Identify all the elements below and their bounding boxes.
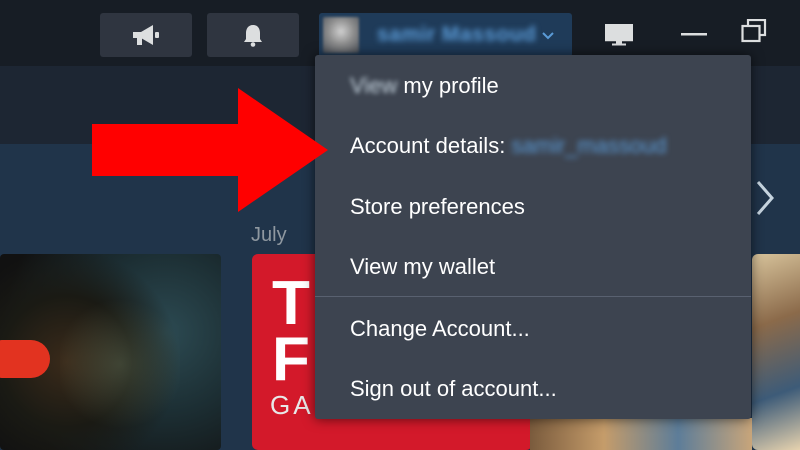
account-name: samir Massoud [377,23,537,46]
menu-item-change-account[interactable]: Change Account... [350,316,530,342]
featured-card-right[interactable] [752,254,800,450]
bell-icon [244,25,262,47]
featured-card-art-strip [530,418,752,450]
menu-item-label: Account details: [350,133,506,158]
account-dropdown-menu: View my profile Account details: samir_ma… [315,55,751,419]
menu-item-label-part: my profile [397,73,499,98]
megaphone-icon [133,25,159,45]
restore-icon[interactable] [741,19,767,43]
announcements-button[interactable] [100,13,192,57]
menu-item-account-details[interactable]: Account details: samir_massoud [350,133,667,159]
menu-item-sign-out[interactable]: Sign out of account... [350,376,557,402]
annotation-arrow-icon [92,88,328,212]
card-art-accent [0,340,50,378]
card-art [60,294,180,434]
monitor-icon[interactable] [605,24,633,46]
account-handle: samir_massoud [511,133,667,158]
menu-item-view-wallet[interactable]: View my wallet [350,254,495,280]
account-menu-button[interactable]: samir Massoud [319,13,572,57]
card-subtitle: GA [270,390,314,420]
menu-item-store-preferences[interactable]: Store preferences [350,194,525,220]
notifications-button[interactable] [207,13,299,57]
month-label: July [251,224,287,246]
menu-item-view-profile[interactable]: View my profile [350,73,499,99]
menu-item-label-part: View [350,73,398,98]
chevron-right-icon[interactable] [752,178,776,218]
menu-divider [315,296,751,297]
chevron-down-icon [542,32,554,40]
minimize-icon[interactable] [681,33,707,37]
featured-card-left[interactable] [0,254,221,450]
avatar [323,17,359,53]
